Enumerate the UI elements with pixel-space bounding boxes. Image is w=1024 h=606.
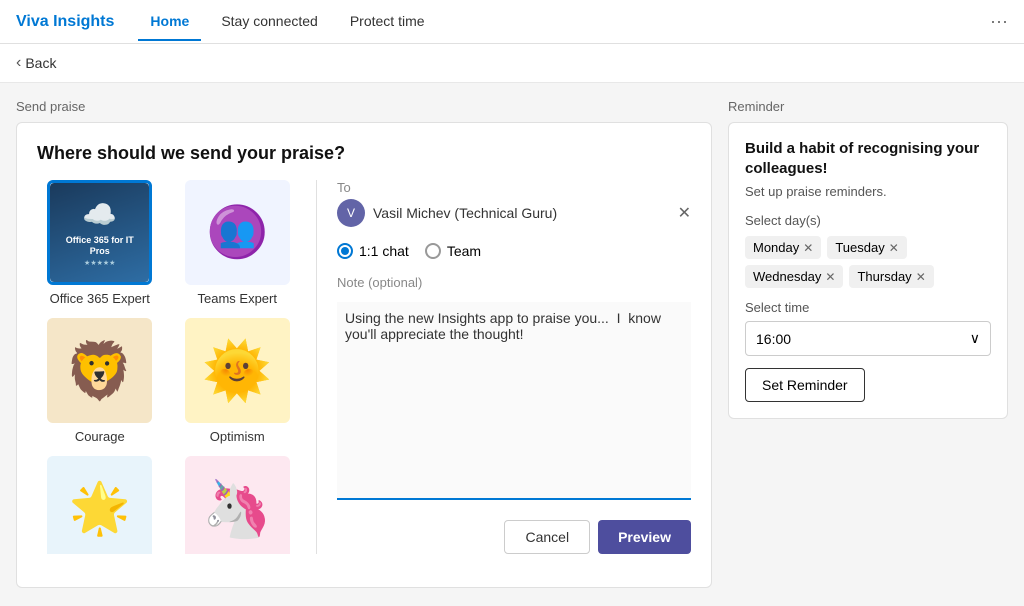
praise-form: To V Vasil Michev (Technical Guru) ✕ 1:1… <box>317 180 691 554</box>
badge-courage-label: Courage <box>75 429 125 444</box>
badge-teams-img: 🟣 👥 <box>185 180 290 285</box>
badge-optimism-label: Optimism <box>210 429 265 444</box>
back-button[interactable]: ‹ Back <box>16 54 56 72</box>
clear-recipient-button[interactable]: ✕ <box>678 203 691 223</box>
time-select[interactable]: 16:00 ∨ <box>745 321 991 356</box>
to-section: To V Vasil Michev (Technical Guru) ✕ <box>337 180 691 227</box>
channel-select: 1:1 chat Team <box>337 243 691 259</box>
day-tag-thursday: Thursday ✕ <box>849 265 933 288</box>
nav-stay-connected[interactable]: Stay connected <box>209 3 330 41</box>
teams-icon2: 👥 <box>219 215 256 250</box>
nav-links: Home Stay connected Protect time <box>138 3 436 41</box>
badge-office365[interactable]: ☁️ Office 365 for IT Pros ★★★★★ Office 3… <box>37 180 163 306</box>
send-praise-panel: Send praise Where should we send your pr… <box>16 99 712 589</box>
remove-thursday-button[interactable]: ✕ <box>916 270 926 284</box>
team-label: Team <box>447 243 481 259</box>
badge-courage[interactable]: 🦁 Courage <box>37 318 163 444</box>
wednesday-label: Wednesday <box>753 269 821 284</box>
to-label: To <box>337 180 691 195</box>
badge-office365-label: Office 365 Expert <box>50 291 150 306</box>
reminder-title: Build a habit of recognising your collea… <box>745 139 991 178</box>
office-badge-content: ☁️ Office 365 for IT Pros ★★★★★ <box>50 183 149 282</box>
to-row: V Vasil Michev (Technical Guru) ✕ <box>337 199 691 227</box>
nav-home[interactable]: Home <box>138 3 201 41</box>
praise-card: Where should we send your praise? ☁️ Off… <box>16 122 712 588</box>
days-label: Select day(s) <box>745 213 991 228</box>
badge-teams[interactable]: 🟣 👥 Teams Expert <box>175 180 301 306</box>
badge-optimism[interactable]: 🌞 Optimism <box>175 318 301 444</box>
day-tag-wednesday: Wednesday ✕ <box>745 265 843 288</box>
set-reminder-button[interactable]: Set Reminder <box>745 368 865 402</box>
team-option[interactable]: Team <box>425 243 481 259</box>
time-value: 16:00 <box>756 331 791 347</box>
recipient-name: Vasil Michev (Technical Guru) <box>373 205 670 221</box>
chevron-down-icon: ∨ <box>970 330 980 347</box>
nav-protect-time[interactable]: Protect time <box>338 3 437 41</box>
badge-awesome[interactable]: 🦄 Awesome <box>175 456 301 554</box>
team-radio[interactable] <box>425 243 441 259</box>
praise-card-title: Where should we send your praise? <box>37 143 691 164</box>
day-tag-tuesday: Tuesday ✕ <box>827 236 906 259</box>
badge-courage-img: 🦁 <box>47 318 152 423</box>
breadcrumb: ‹ Back <box>0 44 1024 83</box>
days-tags: Monday ✕ Tuesday ✕ Wednesday ✕ Thursday … <box>745 236 991 288</box>
praise-content: ☁️ Office 365 for IT Pros ★★★★★ Office 3… <box>37 180 691 554</box>
badge-inclusive-img: 🌟 <box>47 456 152 554</box>
time-label: Select time <box>745 300 991 315</box>
send-praise-label: Send praise <box>16 99 712 114</box>
sun-icon: 🌞 <box>202 338 272 404</box>
stars-icon: 🌟 <box>69 479 131 538</box>
app-title: Viva Insights <box>16 13 114 31</box>
reminder-label: Reminder <box>728 99 1008 114</box>
day-tag-monday: Monday ✕ <box>745 236 821 259</box>
tuesday-label: Tuesday <box>835 240 884 255</box>
remove-tuesday-button[interactable]: ✕ <box>889 241 899 255</box>
badge-office365-img: ☁️ Office 365 for IT Pros ★★★★★ <box>47 180 152 285</box>
unicorn-icon: 🦄 <box>202 476 272 542</box>
lion-icon: 🦁 <box>65 338 135 404</box>
avatar: V <box>337 199 365 227</box>
monday-label: Monday <box>753 240 799 255</box>
note-label: Note (optional) <box>337 275 691 290</box>
main-content: Send praise Where should we send your pr… <box>0 83 1024 605</box>
badge-inclusive[interactable]: 🌟 Inclusive <box>37 456 163 554</box>
chat-label: 1:1 chat <box>359 243 409 259</box>
badge-awesome-img: 🦄 <box>185 456 290 554</box>
cancel-button[interactable]: Cancel <box>504 520 590 554</box>
more-menu-button[interactable]: ··· <box>990 11 1008 32</box>
reminder-panel: Reminder Build a habit of recognising yo… <box>728 99 1008 589</box>
reminder-subtitle: Set up praise reminders. <box>745 184 991 199</box>
remove-wednesday-button[interactable]: ✕ <box>825 270 835 284</box>
remove-monday-button[interactable]: ✕ <box>803 241 813 255</box>
note-textarea[interactable]: Using the new Insights app to praise you… <box>337 302 691 500</box>
thursday-label: Thursday <box>857 269 911 284</box>
badge-optimism-img: 🌞 <box>185 318 290 423</box>
badge-grid: ☁️ Office 365 for IT Pros ★★★★★ Office 3… <box>37 180 317 554</box>
back-label: Back <box>25 55 56 71</box>
badge-teams-label: Teams Expert <box>198 291 277 306</box>
chat-radio[interactable] <box>337 243 353 259</box>
back-arrow-icon: ‹ <box>16 54 21 72</box>
top-nav: Viva Insights Home Stay connected Protec… <box>0 0 1024 44</box>
reminder-card: Build a habit of recognising your collea… <box>728 122 1008 419</box>
preview-button[interactable]: Preview <box>598 520 691 554</box>
chat-option[interactable]: 1:1 chat <box>337 243 409 259</box>
form-actions: Cancel Preview <box>337 520 691 554</box>
